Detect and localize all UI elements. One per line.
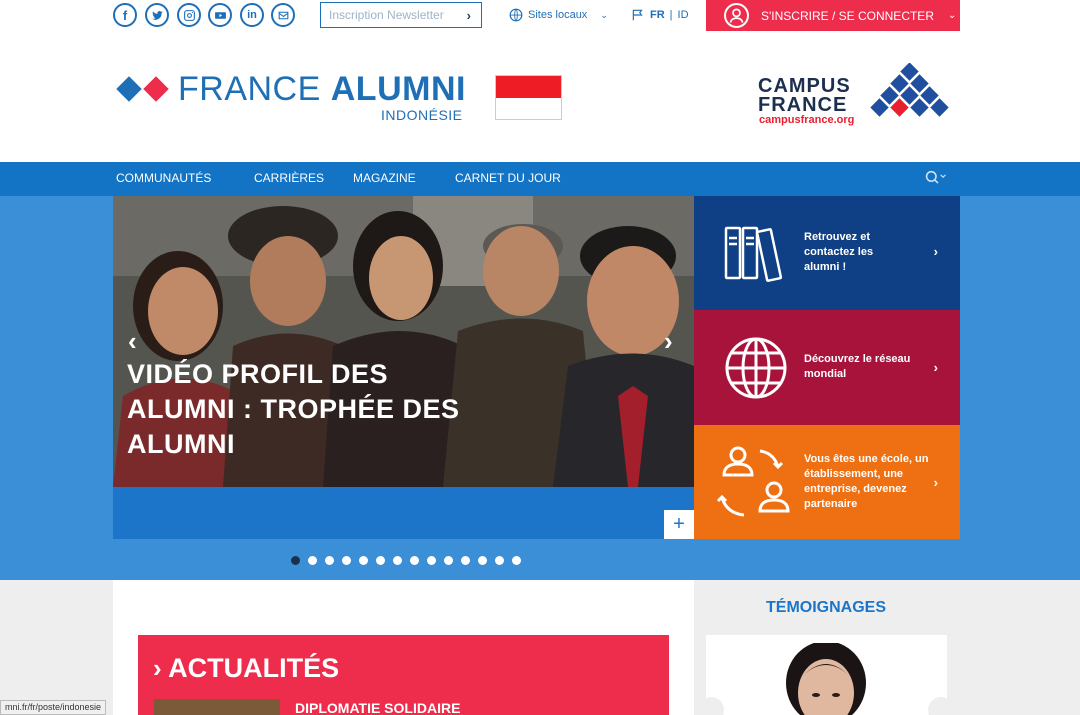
- panel-text: Découvrez le réseau mondial: [804, 353, 911, 380]
- campus-france-wordmark: CAMPUS FRANCE: [758, 76, 851, 116]
- news-title: ACTUALITÉS: [168, 653, 340, 683]
- nav-item-carrieres[interactable]: CARRIÈRES: [254, 171, 324, 185]
- lang-id[interactable]: ID: [678, 9, 689, 21]
- slider-dot[interactable]: [410, 556, 419, 565]
- chevron-right-icon[interactable]: ›: [467, 8, 471, 23]
- panel-global-network[interactable]: Découvrez le réseau mondial ›: [694, 310, 960, 425]
- chevron-right-icon: ›: [933, 244, 938, 259]
- page: f in Inscription Newsletter › Sites loca…: [0, 0, 1080, 715]
- campus-france-pyramid-icon: [870, 63, 949, 117]
- slider-dot[interactable]: [512, 556, 521, 565]
- testimonials-title: TÉMOIGNAGES: [766, 599, 887, 616]
- user-icon: [724, 3, 749, 28]
- slider-dot[interactable]: [325, 556, 334, 565]
- slider-dot[interactable]: [342, 556, 351, 565]
- slider-dot[interactable]: [444, 556, 453, 565]
- login-button[interactable]: S'INSCRIRE / SE CONNECTER ⌄: [706, 0, 960, 31]
- facebook-icon[interactable]: f: [113, 3, 137, 27]
- instagram-icon[interactable]: [177, 3, 201, 27]
- logo-france: FRANCE: [178, 70, 321, 108]
- search-icon[interactable]: [925, 170, 947, 191]
- logo-wordmark: FRANCE ALUMNI: [178, 72, 466, 106]
- slider-dot[interactable]: [427, 556, 436, 565]
- expand-button[interactable]: +: [664, 510, 694, 539]
- chevron-right-icon: ›: [933, 475, 938, 490]
- sites-locaux-dropdown[interactable]: Sites locaux ⌄: [509, 8, 608, 22]
- sites-label: Sites locaux: [528, 9, 588, 21]
- logo-diamond-red: [143, 76, 169, 102]
- testimonial-card[interactable]: [698, 635, 954, 715]
- slider-dot[interactable]: [495, 556, 504, 565]
- slider-prev-button[interactable]: ‹: [128, 326, 137, 357]
- chevron-down-icon: ⌄: [947, 10, 957, 21]
- globe-icon: [509, 8, 523, 22]
- logo-diamond-blue: [116, 76, 142, 102]
- slide-caption-bar: [113, 487, 694, 539]
- testimonial-photo: [786, 643, 866, 715]
- logo-country: INDONÉSIE: [381, 107, 463, 123]
- lang-fr[interactable]: FR: [650, 9, 665, 21]
- panel-text: Vous êtes une école, un établissement, u…: [804, 453, 929, 510]
- slider-dot[interactable]: [291, 556, 300, 565]
- nav-item-magazine[interactable]: MAGAZINE: [353, 171, 416, 185]
- login-label: S'INSCRIRE / SE CONNECTER: [761, 8, 934, 23]
- newsletter-placeholder: Inscription Newsletter: [329, 8, 444, 22]
- logo-alumni: ALUMNI: [330, 70, 466, 108]
- slider-dot[interactable]: [359, 556, 368, 565]
- panel-text: Retrouvez et contactez les alumni !: [804, 231, 874, 273]
- slider-next-button[interactable]: ›: [664, 326, 673, 357]
- campus-line2: FRANCE: [758, 94, 848, 116]
- mail-icon[interactable]: [271, 3, 295, 27]
- slider-dot[interactable]: [393, 556, 402, 565]
- news-item-title[interactable]: DIPLOMATIE SOLIDAIRE: [295, 700, 460, 715]
- indonesia-flag: [495, 75, 562, 120]
- linkedin-icon[interactable]: in: [240, 3, 264, 27]
- panel-find-alumni[interactable]: Retrouvez et contactez les alumni ! ›: [694, 196, 960, 310]
- lang-separator: |: [669, 9, 673, 21]
- flag-icon: [632, 9, 643, 21]
- testimonial-prev-button[interactable]: [698, 697, 724, 715]
- chevron-down-icon: ⌄: [600, 9, 608, 20]
- slide-title[interactable]: VIDÉO PROFIL DES ALUMNI : TROPHÉE DES AL…: [127, 357, 487, 462]
- slider-dot[interactable]: [478, 556, 487, 565]
- slider-dot[interactable]: [308, 556, 317, 565]
- main-nav: COMMUNAUTÉS CARRIÈRES MAGAZINE CARNET DU…: [0, 162, 1080, 196]
- binders-icon: [724, 226, 783, 282]
- slider-dot[interactable]: [376, 556, 385, 565]
- panel-become-partner[interactable]: Vous êtes une école, un établissement, u…: [694, 425, 960, 539]
- chevron-right-icon: ›: [153, 653, 162, 683]
- language-switcher: FR | ID: [631, 8, 689, 22]
- slider-dots: [291, 556, 521, 565]
- newsletter-input[interactable]: Inscription Newsletter ›: [320, 2, 482, 28]
- status-bar-url: mni.fr/fr/poste/indonesie: [0, 700, 107, 715]
- exchange-people-icon: [716, 446, 790, 517]
- news-thumbnail[interactable]: [154, 699, 280, 715]
- nav-item-carnet-du-jour[interactable]: CARNET DU JOUR: [455, 171, 561, 185]
- globe-icon: [725, 337, 787, 399]
- nav-item-communautes[interactable]: COMMUNAUTÉS: [116, 171, 211, 185]
- news-heading[interactable]: › ACTUALITÉS: [153, 653, 339, 684]
- slider-dot[interactable]: [461, 556, 470, 565]
- youtube-icon[interactable]: [208, 3, 232, 27]
- chevron-right-icon: ›: [933, 360, 938, 375]
- france-alumni-logo[interactable]: FRANCE ALUMNI: [116, 72, 466, 106]
- twitter-icon[interactable]: [145, 3, 169, 27]
- campus-france-url: campusfrance.org: [759, 114, 855, 126]
